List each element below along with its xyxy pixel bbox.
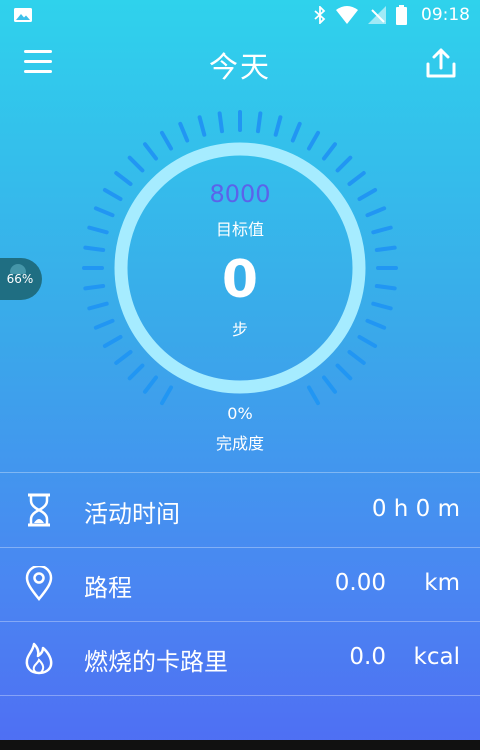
completion-percent: 0%	[227, 404, 253, 423]
share-icon[interactable]	[424, 46, 458, 80]
gauge-tick	[322, 375, 337, 394]
gauge-tick	[217, 111, 224, 134]
status-time: 09:18	[421, 5, 470, 25]
metric-value: 0.00	[334, 570, 386, 596]
progress-badge[interactable]: 66%	[0, 258, 42, 300]
gauge-tick	[160, 130, 173, 151]
app-bar: 今天	[0, 30, 480, 94]
gauge-tick	[143, 375, 158, 394]
gauge-tick	[127, 155, 145, 173]
gauge-tick	[114, 350, 133, 365]
status-bar: 09:18	[0, 0, 480, 30]
battery-icon	[396, 5, 407, 25]
gauge-tick	[322, 142, 337, 161]
gauge-tick	[307, 130, 320, 151]
step-unit: 步	[231, 320, 248, 339]
image-notification-icon	[14, 8, 32, 22]
badge-text: 66%	[6, 272, 34, 286]
wifi-icon	[336, 6, 358, 24]
gauge-tick	[347, 350, 366, 365]
step-gauge: 8000 目标值 0 步 0% 完成度	[60, 98, 420, 458]
metric-label: 活动时间	[84, 500, 180, 528]
gauge-tick	[273, 115, 283, 137]
metric-label: 燃烧的卡路里	[84, 648, 228, 676]
divider	[0, 472, 480, 473]
metric-unit: km	[424, 570, 460, 596]
gauge-tick	[178, 121, 190, 143]
gauge-tick	[197, 115, 207, 137]
metric-label: 路程	[84, 574, 132, 602]
gauge-tick	[290, 121, 302, 143]
system-nav-bar	[0, 740, 480, 750]
completion-label: 完成度	[215, 434, 264, 453]
metric-row-activity-time[interactable]: 活动时间 0 h 0 m	[0, 474, 480, 547]
page-title: 今天	[208, 50, 271, 84]
no-signal-icon	[368, 6, 386, 24]
divider	[0, 695, 480, 696]
gauge-tick	[160, 385, 173, 406]
gauge-tick	[127, 363, 145, 381]
flame-icon	[25, 642, 53, 675]
hourglass-icon	[28, 493, 50, 527]
metric-row-distance[interactable]: 路程 0.00 km	[0, 548, 480, 621]
gauge-tick	[256, 111, 263, 134]
location-pin-icon	[25, 566, 53, 601]
metric-unit: kcal	[413, 644, 460, 670]
gauge-tick	[307, 385, 320, 406]
gauge-tick	[335, 363, 353, 381]
gauge-tick	[143, 142, 158, 161]
bluetooth-icon	[314, 6, 326, 24]
target-value: 8000	[209, 180, 271, 208]
metric-value: 0 h 0 m	[371, 496, 460, 522]
target-label: 目标值	[215, 220, 264, 239]
gauge-tick	[93, 206, 115, 218]
metric-row-calories[interactable]: 燃烧的卡路里 0.0 kcal	[0, 622, 480, 695]
gauge-tick	[335, 155, 353, 173]
metric-value: 0.0	[349, 644, 386, 670]
gauge-tick	[365, 206, 387, 218]
step-count: 0	[221, 250, 259, 310]
